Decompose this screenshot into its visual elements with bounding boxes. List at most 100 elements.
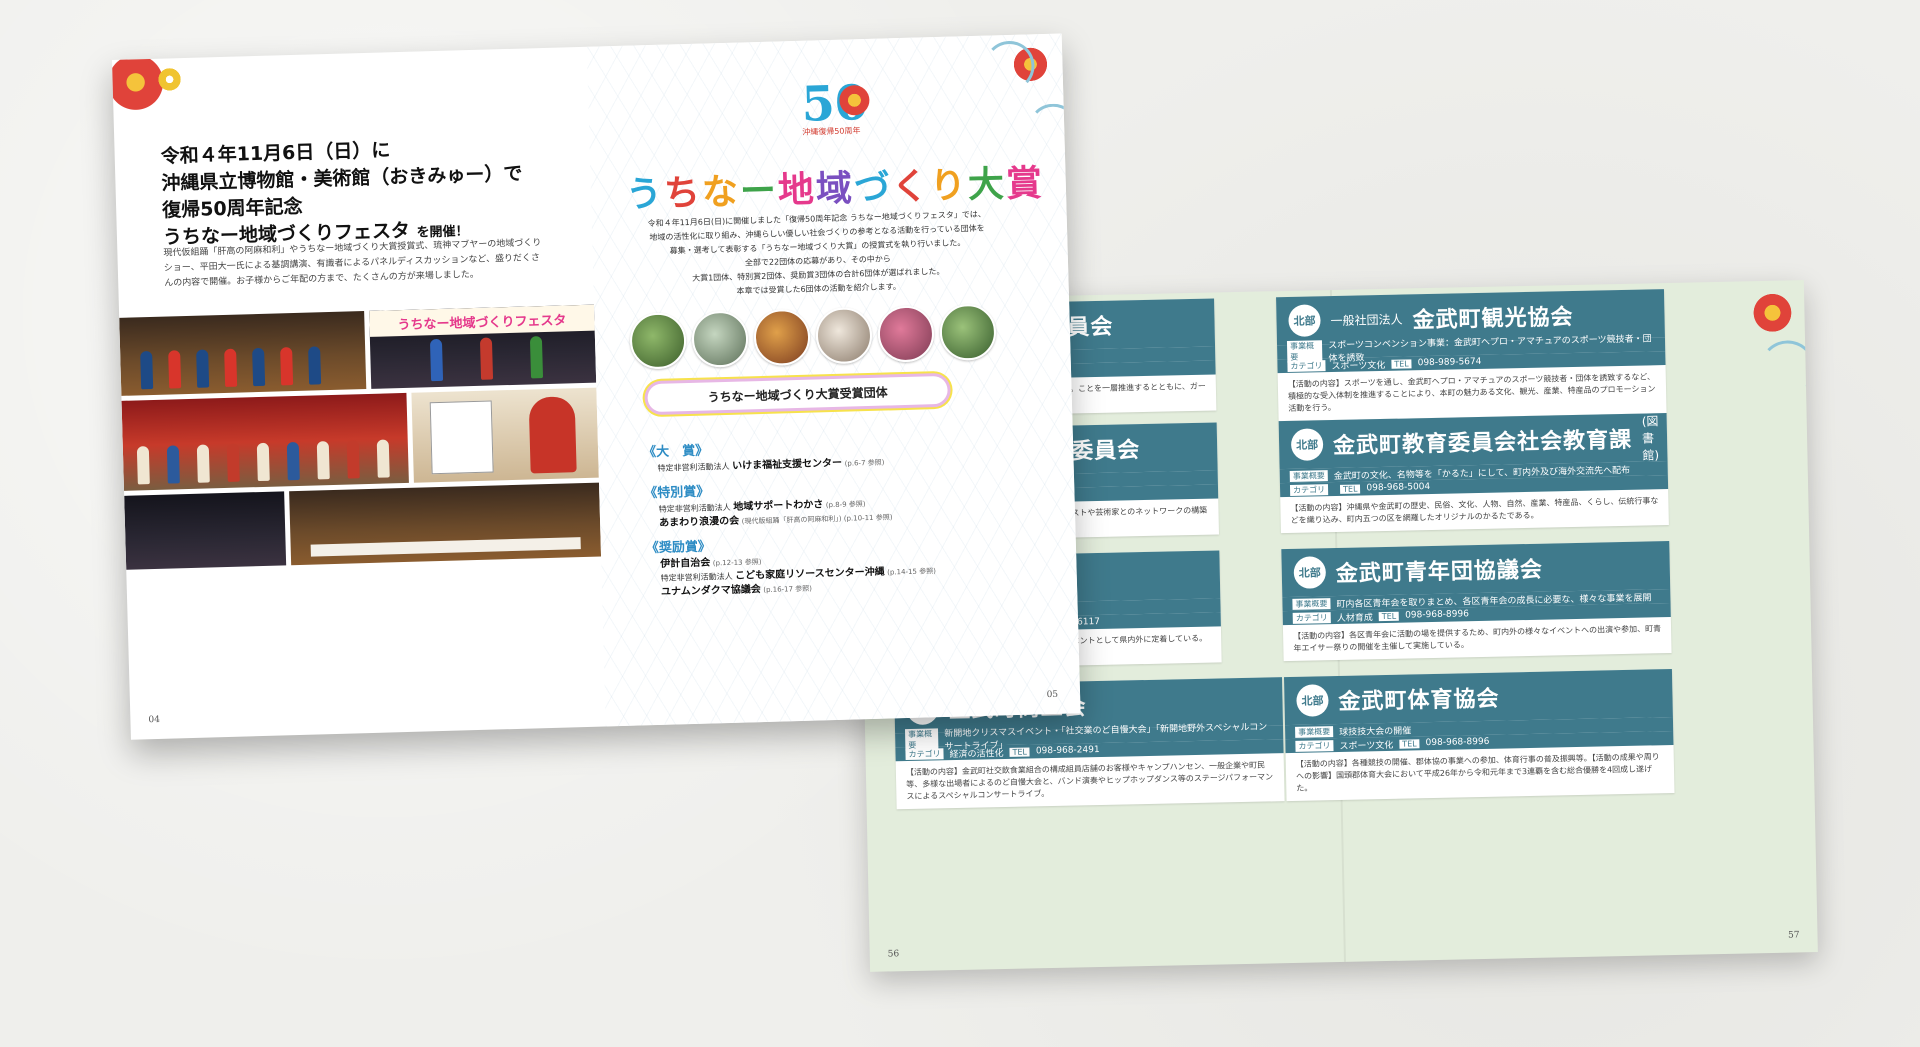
- org-title: 金武町体育協会: [1338, 686, 1500, 715]
- tel-number: 098-968-8996: [1405, 609, 1470, 621]
- entry-org: あまわり浪漫の会: [658, 515, 740, 529]
- award-title-char: り: [929, 165, 969, 208]
- entry-org: 地域サポートわかさ: [733, 499, 824, 513]
- entry-ref: (p.6-7 参照): [844, 458, 885, 468]
- photo-award-ceremony: [121, 392, 409, 491]
- flower-icon: [156, 66, 183, 93]
- award-intro: 令和４年11月6日(日)に開催しました「復帰50周年記念 うちなー地域づくりフェ…: [647, 208, 989, 301]
- winner-photo-6: [939, 303, 997, 361]
- award-title-char: 賞: [1005, 163, 1045, 206]
- entry-org: 伊計自治会: [660, 557, 711, 570]
- award-title-char: う: [625, 173, 665, 216]
- category-tag: カテゴリ: [1287, 359, 1326, 372]
- photo-mabuya-show: うちなー地域づくりフェスタ: [369, 304, 597, 389]
- tel-tag: TEL: [1399, 738, 1420, 749]
- entry-org: いけま福祉支援センター: [731, 457, 843, 472]
- logo-caption: 沖縄復帰50周年: [802, 126, 861, 137]
- category-tag: カテゴリ: [1295, 739, 1334, 752]
- entry-ref: (p.12-13 参照): [712, 558, 762, 568]
- winner-photo-1: [629, 312, 687, 370]
- entry-prefix: 特定非営利活動法人: [658, 502, 731, 514]
- event-headline: 令和４年11月6日（日）に 沖縄県立博物館・美術館（おきみゅー）で 復帰50周年…: [160, 134, 524, 254]
- org-summary-row: 事業概要 スポーツコンベンション事業：金武町へプロ・アマチュアのスポーツ競技者・団…: [1277, 334, 1666, 364]
- award-title-char: 地: [777, 169, 817, 212]
- left-page: 令和４年11月6日（日）に 沖縄県立博物館・美術館（おきみゅー）で 復帰50周年…: [112, 46, 606, 740]
- award-list: 《大 賞》 特定非営利活動法人 いけま福祉支援センター (p.6-7 参照) 《特別…: [643, 426, 977, 600]
- org-body-text: 【活動の内容】沖縄県や金武町の歴史、民俗、文化、人物、自然、産業、特産品、くらし…: [1290, 496, 1659, 525]
- photo-dance-performance: [119, 311, 367, 396]
- event-lead-text: 現代仮組踊「肝高の阿麻和利」やうちなー地域づくり大賞授賞式、琉神マブヤーの地域づ…: [163, 238, 542, 289]
- entry-org: こども家庭リソースセンター沖縄: [735, 566, 885, 582]
- category-text: 経済の活性化: [949, 748, 1004, 760]
- winner-photo-circles: [629, 303, 997, 370]
- org-card: 北部 金武町青年団協議会 事業概要 町内各区青年会を取りまとめ、各区青年会の成長に必要…: [1281, 541, 1672, 662]
- category-tag: カテゴリ: [1289, 483, 1329, 496]
- org-card-header: 北部 金武町教育委員会社会教育課 (図書館): [1278, 413, 1668, 470]
- region-badge: 北部: [1296, 684, 1329, 717]
- page-number-57: 57: [1787, 930, 1800, 941]
- award-title-char: な: [701, 171, 741, 214]
- award-title-char: づ: [853, 167, 893, 210]
- summary-text: 球技技大会の開催: [1339, 725, 1412, 738]
- summary-tag: 事業概要: [1289, 469, 1328, 482]
- tel-number: 098-968-5004: [1366, 482, 1431, 494]
- org-body-text: 【活動の内容】金武町社交飲食業組合の構成組員店舗のお客様やキャンプハンセン、一般…: [905, 760, 1274, 802]
- org-title-suffix: (図書館): [1641, 413, 1660, 463]
- category-tag: カテゴリ: [1292, 611, 1331, 624]
- anniversary-logo: 50 沖縄復帰50周年: [801, 75, 903, 141]
- category-text: 人材育成: [1336, 612, 1373, 624]
- summary-tag: 事業概要: [1295, 725, 1334, 738]
- entry-prefix: 特定非営利活動法人: [660, 571, 733, 583]
- photo-stage-wide: [124, 491, 287, 570]
- org-body-text: 【活動の内容】スポーツを通し、金武町へプロ・アマチュアのスポーツ競技者・団体を誘…: [1287, 372, 1656, 413]
- org-card-header: 北部 金武町体育協会: [1283, 668, 1673, 726]
- front-spread: 令和４年11月6日（日）に 沖縄県立博物館・美術館（おきみゅー）で 復帰50周年…: [112, 33, 1081, 740]
- winner-photo-5: [877, 305, 935, 363]
- tel-tag: TEL: [1339, 483, 1361, 494]
- entry-prefix: 特定非営利活動法人: [657, 461, 730, 473]
- winner-photo-2: [691, 310, 749, 368]
- page-number-05: 05: [1046, 689, 1059, 701]
- award-title-char: く: [891, 166, 931, 209]
- winner-photo-3: [753, 308, 811, 367]
- category-text: スポーツ文化: [1331, 360, 1386, 372]
- tel-tag: TEL: [1378, 611, 1400, 621]
- tel-tag: TEL: [1009, 746, 1031, 757]
- category-tag: カテゴリ: [905, 747, 944, 760]
- region-badge: 北部: [1290, 428, 1324, 461]
- org-card: 北部 金武町体育協会 事業概要 球技技大会の開催 カテゴリ スポーツ文化 TEL 098-96…: [1283, 668, 1675, 802]
- org-card-header: 北部 金武町青年団協議会: [1281, 541, 1671, 598]
- award-title-char: 域: [815, 168, 855, 211]
- entry-ref: (現代版組踊「肝高の阿麻和利」) (p.10-11 参照): [741, 513, 893, 526]
- award-title-char: 大: [967, 164, 1007, 207]
- tel-number: 098-968-8996: [1425, 736, 1490, 749]
- entry-ref: (p.14-15 参照): [887, 567, 937, 577]
- winner-photo-4: [815, 306, 873, 365]
- category-text: スポーツ文化: [1339, 740, 1394, 752]
- org-card: 北部 一般社団法人 金武町観光協会 事業概要 スポーツコンベンション事業：金武町へプロ・…: [1276, 289, 1667, 422]
- org-summary-row: 事業概要 新開地クリスマスイベント・「社交業のど自慢大会」「新開地野外スペシャルコ…: [895, 722, 1284, 752]
- photo-keynote-speaker: [411, 387, 599, 483]
- tel-number: 098-968-2491: [1035, 744, 1100, 757]
- hibiscus-icon: [1750, 290, 1795, 336]
- entry-ref: (p.8-9 参照): [825, 500, 866, 510]
- summary-tag: 事業概要: [1292, 597, 1331, 610]
- org-body-text: 【活動の内容】各区青年会に活動の場を提供するため、町内外の様々なイベントへの出演…: [1293, 624, 1662, 653]
- award-title-char: ち: [663, 172, 703, 215]
- org-body-text: 【活動の内容】各種競技の開催、郡体協の事業への参加、体育行事の普及振興等。【活動…: [1295, 752, 1660, 793]
- entry-org: ユナムンダクマ協議会: [660, 584, 761, 598]
- festa-banner: うちなー地域づくりフェスタ: [369, 304, 595, 337]
- entry-ref: (p.16-17 参照): [763, 584, 813, 595]
- tel-number: 098-989-5674: [1417, 356, 1482, 369]
- org-title: 金武町教育委員会社会教育課: [1332, 427, 1633, 460]
- photo-panel-discussion: [289, 482, 602, 566]
- region-badge: 北部: [1288, 304, 1321, 337]
- org-card: 北部 金武町教育委員会社会教育課 (図書館) 事業概要 金武町の文化、名物等を「かるた」…: [1278, 413, 1669, 534]
- org-prefix: 一般社団法人: [1330, 312, 1403, 328]
- org-title: 金武町青年団協議会: [1335, 557, 1544, 588]
- page-number-56: 56: [887, 949, 900, 960]
- region-badge: 北部: [1293, 556, 1327, 589]
- org-title: 金武町観光協会: [1412, 304, 1574, 334]
- award-title-char: ー: [739, 170, 779, 213]
- tel-tag: TEL: [1391, 358, 1412, 369]
